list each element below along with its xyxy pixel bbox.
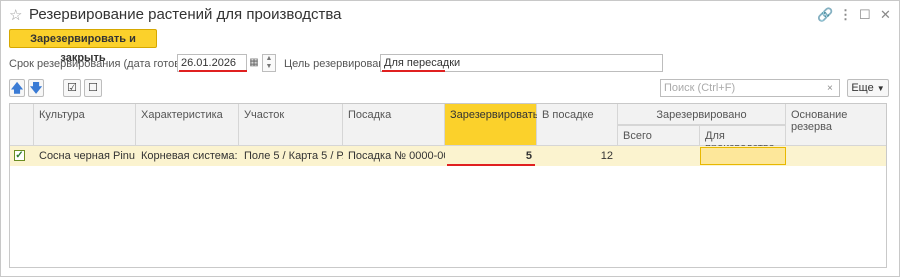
search-clear-icon[interactable]: × xyxy=(827,81,833,97)
cell-for-production[interactable] xyxy=(700,147,786,165)
header-culture[interactable]: Культура xyxy=(34,104,136,146)
header-reason[interactable]: Основание резерва xyxy=(786,104,886,146)
more-icon[interactable]: ⋮ xyxy=(839,7,852,23)
cell-characteristic[interactable]: Корневая система: ... xyxy=(136,146,239,166)
uncheck-all-button[interactable]: ☐ xyxy=(84,79,102,97)
cell-culture[interactable]: Сосна черная Pinu... xyxy=(34,146,136,166)
more-label: Еще xyxy=(851,82,874,94)
cell-in-planting: 12 xyxy=(600,150,613,162)
title-bar: ☆ Резервирование растений для производст… xyxy=(1,1,899,29)
chevron-down-icon: ▼ xyxy=(876,84,885,93)
arrow-up-icon: 🡅 xyxy=(10,81,24,95)
header-characteristic[interactable]: Характеристика xyxy=(136,104,239,146)
date-spin-control[interactable]: ▲ ▼ xyxy=(262,54,276,72)
header-section[interactable]: Участок xyxy=(239,104,343,146)
reservation-grid: Культура Характеристика Участок Посадка … xyxy=(9,103,887,268)
page-title: Резервирование растений для производства xyxy=(29,6,342,23)
close-icon[interactable]: ✕ xyxy=(880,7,891,23)
search-input[interactable]: Поиск (Ctrl+F) xyxy=(660,79,840,97)
window-frame: ☆ Резервирование растений для производст… xyxy=(0,0,900,277)
checkbox-empty-icon: ☐ xyxy=(88,82,98,94)
calendar-icon[interactable]: ▦ xyxy=(247,54,261,72)
cell-reason[interactable] xyxy=(786,146,886,166)
header-for-production[interactable]: Для производства xyxy=(700,125,786,154)
move-down-button[interactable]: 🡇 xyxy=(28,79,44,97)
arrow-down-icon: 🡇 xyxy=(29,81,43,95)
purpose-error-underline xyxy=(382,70,445,72)
star-icon[interactable]: ☆ xyxy=(9,6,22,24)
header-reserved[interactable]: Зарезервировано xyxy=(618,104,786,125)
more-button[interactable]: Еще ▼ xyxy=(847,79,889,97)
cell-total xyxy=(618,146,700,166)
check-all-button[interactable]: ☑ xyxy=(63,79,81,97)
header-check xyxy=(10,104,34,146)
reserve-error-underline xyxy=(447,164,535,166)
cell-planting[interactable]: Посадка № 0000-00... xyxy=(343,146,445,166)
link-icon[interactable]: 🔗 xyxy=(817,7,833,23)
header-planting[interactable]: Посадка xyxy=(343,104,445,146)
cell-reserve[interactable]: 5 xyxy=(445,146,537,166)
header-in-planting[interactable]: В посадке xyxy=(537,104,618,146)
header-total[interactable]: Всего xyxy=(618,125,700,146)
move-up-button[interactable]: 🡅 xyxy=(9,79,25,97)
header-reserve[interactable]: Зарезервировать xyxy=(445,104,539,146)
reserve-and-close-button[interactable]: Зарезервировать и закрыть xyxy=(9,29,157,64)
checkbox-checked-icon: ☑ xyxy=(67,82,77,94)
maximize-icon[interactable]: ☐ xyxy=(859,7,871,23)
cell-section[interactable]: Поле 5 / Карта 5 / Р... xyxy=(239,146,343,166)
date-error-underline xyxy=(179,70,247,72)
row-checkbox[interactable]: ✓ xyxy=(14,150,25,161)
